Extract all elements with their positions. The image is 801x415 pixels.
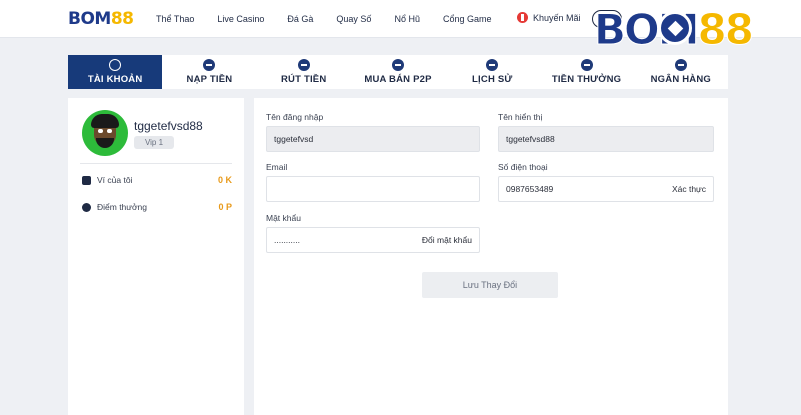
- tab-label: RÚT TIỀN: [281, 74, 327, 85]
- site-logo[interactable]: BOM88: [68, 9, 134, 29]
- tab-label: TÀI KHOẢN: [87, 74, 143, 85]
- points-label: Điểm thưởng: [97, 202, 148, 212]
- gift-icon: [517, 12, 528, 23]
- profile-divider: [80, 163, 232, 164]
- change-password-button[interactable]: Đổi mật khẩu: [422, 235, 472, 245]
- tab-nap-tien[interactable]: NẠP TIỀN: [162, 55, 256, 89]
- login-name-value: tggetefvsd: [274, 134, 314, 144]
- medal-icon: [82, 202, 91, 212]
- save-label: Lưu Thay Đổi: [462, 280, 518, 290]
- save-changes-button[interactable]: Lưu Thay Đổi: [422, 272, 558, 298]
- wallet-icon: [82, 175, 91, 185]
- gift-icon: [580, 59, 593, 71]
- points-value: 0 P: [218, 202, 232, 212]
- login-name-label: Tên đăng nhập: [266, 112, 324, 122]
- tab-lich-su[interactable]: LỊCH SỬ: [445, 55, 539, 89]
- tab-label: LỊCH SỬ: [472, 74, 513, 85]
- bank-icon: [674, 59, 687, 71]
- tab-ngan-hang[interactable]: NGÂN HÀNG: [634, 55, 728, 89]
- login-name-field: tggetefvsd: [266, 126, 480, 152]
- tab-label: NẠP TIỀN: [186, 74, 233, 85]
- phone-field[interactable]: 0987653489 Xác thực: [498, 176, 714, 202]
- wallet-label: Ví của tôi: [97, 175, 133, 185]
- plus-icon: [203, 59, 216, 71]
- avatar-beard: [96, 138, 114, 148]
- account-form: Tên đăng nhập tggetefvsd Tên hiển thị tg…: [254, 98, 728, 415]
- wallet-row: Ví của tôi 0 K: [82, 175, 232, 185]
- top-navbar: BOM88 Thể Thao Live Casino Đá Gà Quay Số…: [0, 0, 801, 38]
- nav-item-da-ga[interactable]: Đá Gà: [287, 14, 313, 24]
- vip-badge: Vip 1: [134, 136, 174, 149]
- password-label: Mật khẩu: [266, 213, 301, 223]
- avatar-eye: [98, 129, 103, 133]
- nav-item-no-hu[interactable]: Nổ Hũ: [394, 14, 420, 24]
- tab-tai-khoan[interactable]: TÀI KHOẢN: [68, 55, 163, 89]
- user-icon: [109, 59, 122, 71]
- profile-username: tggetefvsd88: [134, 119, 203, 133]
- password-value: ...........: [274, 235, 300, 245]
- nav-item-cong-game[interactable]: Cổng Game: [443, 14, 492, 24]
- points-row: Điểm thưởng 0 P: [82, 202, 232, 212]
- tab-label: MUA BÁN P2P: [364, 74, 432, 85]
- email-label: Email: [266, 162, 288, 172]
- display-name-value: tggetefvsd88: [506, 134, 555, 144]
- clock-icon: [486, 59, 499, 71]
- password-field[interactable]: ........... Đổi mật khẩu: [266, 227, 480, 253]
- toggle-icon[interactable]: [592, 10, 622, 28]
- wallet-value: 0 K: [217, 175, 232, 185]
- display-name-label: Tên hiển thị: [498, 112, 543, 122]
- main-nav: Thể Thao Live Casino Đá Gà Quay Số Nổ Hũ…: [156, 0, 515, 38]
- nav-item-live-casino[interactable]: Live Casino: [217, 14, 264, 24]
- promo-label: Khuyến Mãi: [533, 12, 581, 23]
- avatar[interactable]: [82, 110, 128, 156]
- vip-label: Vip 1: [144, 138, 164, 147]
- avatar-hair: [91, 114, 119, 128]
- swap-icon: [391, 59, 404, 71]
- nav-item-quay-so[interactable]: Quay Số: [336, 14, 371, 24]
- nav-item-the-thao[interactable]: Thể Thao: [156, 14, 194, 24]
- minus-icon: [297, 59, 310, 71]
- avatar-eye: [107, 129, 112, 133]
- tab-mua-ban-p2p[interactable]: MUA BÁN P2P: [351, 55, 445, 89]
- account-tabs: TÀI KHOẢN NẠP TIỀN RÚT TIỀN MUA BÁN P2P …: [68, 55, 728, 89]
- profile-card: tggetefvsd88 Vip 1 Ví của tôi 0 K Điểm t…: [68, 98, 244, 415]
- phone-value: 0987653489: [506, 184, 554, 194]
- email-field[interactable]: [266, 176, 480, 202]
- nav-item-promotions[interactable]: Khuyến Mãi: [517, 12, 581, 23]
- tab-label: NGÂN HÀNG: [650, 74, 712, 85]
- phone-label: Số điện thoại: [498, 162, 548, 172]
- tab-tien-thuong[interactable]: TIỀN THƯỞNG: [539, 55, 633, 89]
- verify-phone-button[interactable]: Xác thực: [672, 184, 706, 194]
- tab-label: TIỀN THƯỞNG: [551, 74, 622, 85]
- display-name-field: tggetefvsd88: [498, 126, 714, 152]
- tab-rut-tien[interactable]: RÚT TIỀN: [257, 55, 351, 89]
